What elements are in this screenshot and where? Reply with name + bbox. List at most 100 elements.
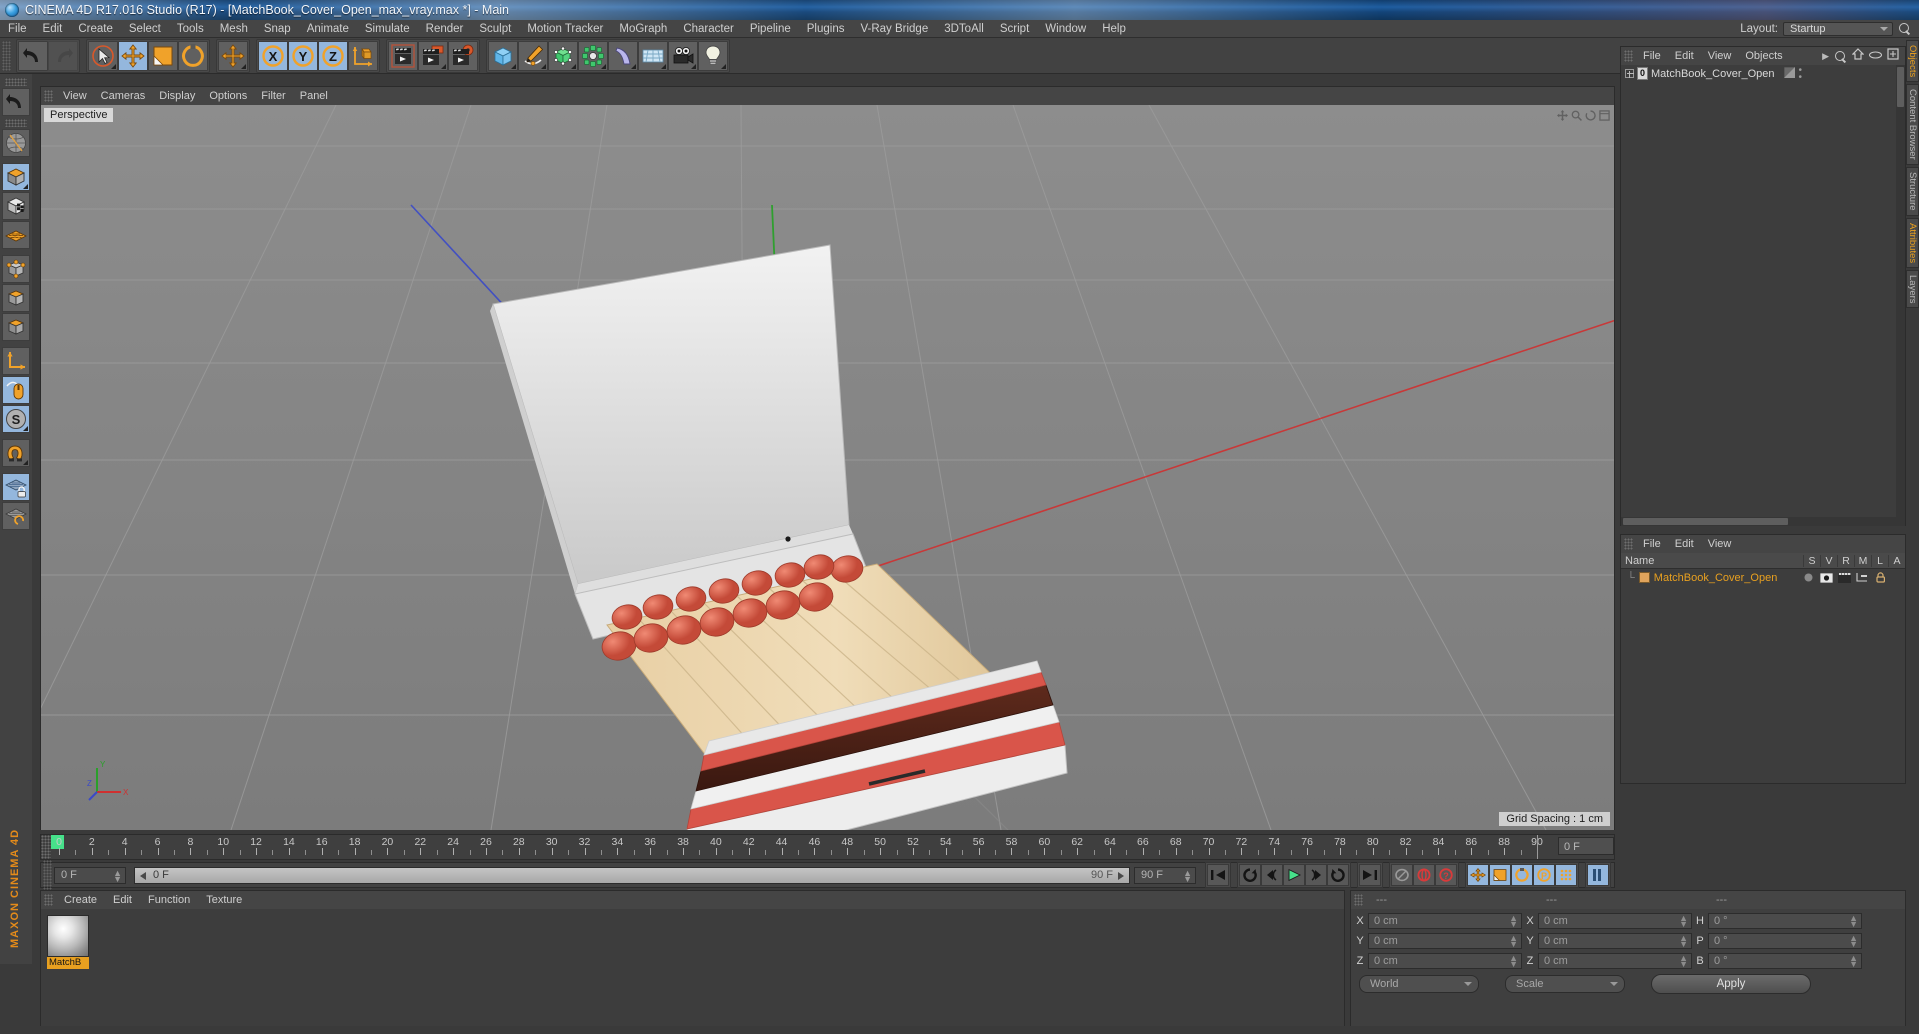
layer-color-swatch[interactable] — [1638, 572, 1650, 583]
layer-lock-icon[interactable] — [1873, 572, 1887, 584]
coordinates-manager[interactable]: --- --- --- X 0 cm ▲ ▼ X 0 cm ▲ ▼ H 0 ° ▲ ▼ Y … — [1350, 890, 1906, 1030]
scene-floor-icon[interactable] — [638, 40, 668, 71]
menu-item-sculpt[interactable]: Sculpt — [471, 20, 519, 38]
spinner-icon[interactable]: ▲ ▼ — [1679, 913, 1688, 928]
deformer-bend-icon[interactable] — [608, 40, 638, 71]
redo-icon[interactable] — [48, 40, 78, 71]
menu-item-3dtoall[interactable]: 3DToAll — [936, 20, 992, 38]
layer-menu-grip[interactable] — [1624, 538, 1633, 550]
object-manager-menubar[interactable]: File Edit View Objects ▶ — [1621, 47, 1905, 65]
spinner-icon[interactable]: ▲ ▼ — [1679, 953, 1688, 968]
point-level-animation-icon[interactable] — [1555, 864, 1577, 886]
layer-visible-icon[interactable] — [1819, 572, 1833, 584]
material-menu-texture[interactable]: Texture — [198, 891, 250, 909]
texture-mode-icon[interactable] — [2, 192, 30, 220]
layout-chooser[interactable]: Layout: Startup — [1740, 21, 1919, 36]
spinner-icon[interactable]: ▲ ▼ — [113, 868, 122, 883]
coordinates-row-y[interactable]: Y 0 cm ▲ ▼ Y 0 cm ▲ ▼ P 0 ° ▲ ▼ — [1355, 932, 1901, 949]
menu-item-create[interactable]: Create — [70, 20, 121, 38]
keyframe-selection-icon[interactable]: ? — [1435, 864, 1457, 886]
rotation-h-field[interactable]: 0 ° ▲ ▼ — [1708, 912, 1862, 929]
points-mode-icon[interactable] — [2, 255, 30, 283]
edges-mode-icon[interactable] — [2, 284, 30, 312]
layer-menu-file[interactable]: File — [1636, 535, 1668, 553]
viewport-menu-cameras[interactable]: Cameras — [94, 87, 153, 105]
overflow-arrow-icon[interactable]: ▶ — [1822, 51, 1829, 62]
menu-item-file[interactable]: File — [0, 20, 35, 38]
undo-view-icon[interactable] — [2, 88, 30, 116]
viewport-rotate-icon[interactable] — [1585, 108, 1596, 121]
layer-menu-edit[interactable]: Edit — [1668, 535, 1701, 553]
timeline-grip[interactable] — [41, 835, 51, 859]
cube-primitive-icon[interactable] — [488, 40, 518, 71]
menu-item-character[interactable]: Character — [675, 20, 742, 38]
menu-item-vray-bridge[interactable]: V-Ray Bridge — [852, 20, 936, 38]
right-dock-tabs[interactable]: Objects Content Browser Structure Attrib… — [1906, 40, 1919, 800]
autokey-icon[interactable] — [1391, 864, 1413, 886]
menu-item-mesh[interactable]: Mesh — [212, 20, 256, 38]
time-slider[interactable]: 0 F 90 F — [134, 866, 1130, 884]
generator-nurbs-icon[interactable] — [548, 40, 578, 71]
workplane-icon[interactable] — [2, 502, 30, 530]
object-row[interactable]: 0 MatchBook_Cover_Open • • — [1621, 65, 1905, 82]
dock-tab-objects[interactable]: Objects — [1906, 40, 1919, 83]
playbar-grip[interactable] — [43, 860, 52, 890]
record-active-objects-icon[interactable] — [1413, 864, 1435, 886]
spinner-icon[interactable]: ▲ ▼ — [1849, 953, 1858, 968]
scale-icon[interactable] — [148, 40, 178, 71]
layer-animation-icon[interactable] — [1891, 572, 1905, 584]
sphere-preview-icon[interactable] — [47, 915, 89, 957]
menu-item-window[interactable]: Window — [1037, 20, 1094, 38]
polygons-mode-icon[interactable] — [2, 313, 30, 341]
menu-item-select[interactable]: Select — [121, 20, 169, 38]
axis-modification-icon[interactable] — [2, 347, 30, 375]
previous-key-icon[interactable] — [1239, 864, 1261, 886]
material-item[interactable]: MatchB — [47, 915, 89, 969]
menu-item-mograph[interactable]: MoGraph — [611, 20, 675, 38]
left-toolbar-grip-2[interactable] — [5, 119, 27, 127]
layer-render-icon[interactable] — [1837, 572, 1851, 584]
timeline-ruler[interactable]: 0 2 4 6 8 10 12 14 16 18 20 22 24 26 28 30 32 34 36 38 40 42 4… — [51, 835, 1614, 859]
undo-icon[interactable] — [18, 40, 48, 71]
left-toolbar[interactable]: S MAXON CINEMA 4D — [0, 74, 32, 964]
viewport-maximize-icon[interactable] — [1599, 108, 1610, 121]
coordinate-system-select[interactable]: World — [1359, 975, 1479, 993]
object-vertical-scrollbar[interactable] — [1896, 65, 1905, 526]
expand-plus-icon[interactable] — [1625, 69, 1634, 78]
scrollbar-thumb[interactable] — [1623, 518, 1788, 525]
lock-workplane-icon[interactable] — [2, 473, 30, 501]
object-menu-objects[interactable]: Objects — [1738, 47, 1789, 65]
object-menu-edit[interactable]: Edit — [1668, 47, 1701, 65]
viewport-menu-display[interactable]: Display — [152, 87, 202, 105]
lock-z-axis-icon[interactable]: Z — [318, 40, 348, 71]
dock-tab-structure[interactable]: Structure — [1906, 166, 1919, 216]
position-y-field[interactable]: 0 cm ▲ ▼ — [1368, 932, 1522, 949]
layout-select[interactable]: Startup — [1783, 21, 1893, 36]
camera-icon[interactable] — [668, 40, 698, 71]
menu-item-animate[interactable]: Animate — [299, 20, 357, 38]
rotate-icon[interactable] — [178, 40, 208, 71]
search-icon[interactable] — [1898, 22, 1911, 35]
render-to-picture-viewer-icon[interactable] — [418, 40, 448, 71]
world-axis-icon[interactable] — [2, 129, 30, 157]
lock-x-axis-icon[interactable]: X — [258, 40, 288, 71]
layer-menu-view[interactable]: View — [1701, 535, 1739, 553]
size-y-field[interactable]: 0 cm ▲ ▼ — [1538, 932, 1692, 949]
dock-tab-layers[interactable]: Layers — [1906, 269, 1919, 309]
menu-item-script[interactable]: Script — [992, 20, 1037, 38]
spinner-icon[interactable]: ▲ ▼ — [1849, 933, 1858, 948]
material-menu-edit[interactable]: Edit — [105, 891, 140, 909]
array-modeling-icon[interactable] — [578, 40, 608, 71]
model-mode-icon[interactable] — [2, 163, 30, 191]
layer-list[interactable]: └ MatchBook_Cover_Open — [1621, 569, 1905, 783]
menu-item-plugins[interactable]: Plugins — [799, 20, 853, 38]
coordinates-row-x[interactable]: X 0 cm ▲ ▼ X 0 cm ▲ ▼ H 0 ° ▲ ▼ — [1355, 912, 1901, 929]
coordinates-grid[interactable]: X 0 cm ▲ ▼ X 0 cm ▲ ▼ H 0 ° ▲ ▼ Y 0 cm ▲ ▼ Y 0 c… — [1351, 909, 1905, 996]
soft-selection-icon[interactable]: S — [2, 405, 30, 433]
move-axis-icon[interactable] — [218, 40, 248, 71]
object-menu-file[interactable]: File — [1636, 47, 1668, 65]
rotation-p-field[interactable]: 0 ° ▲ ▼ — [1708, 932, 1862, 949]
menu-item-motion-tracker[interactable]: Motion Tracker — [519, 20, 611, 38]
position-key-icon[interactable] — [1467, 864, 1489, 886]
world-object-coordinates-icon[interactable] — [348, 40, 378, 71]
